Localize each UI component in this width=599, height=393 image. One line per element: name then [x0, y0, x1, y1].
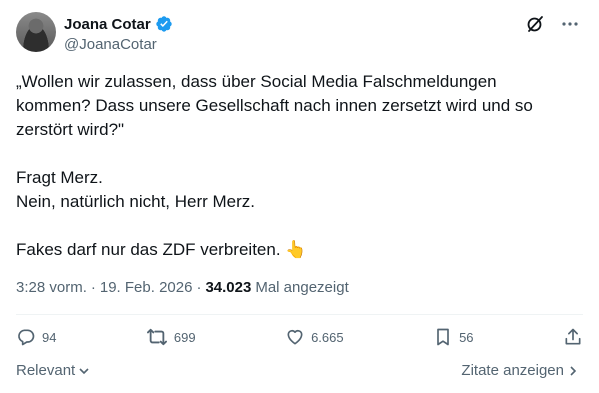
bookmark-count: 56	[459, 329, 474, 345]
author-handle[interactable]: @JoanaCotar	[64, 36, 157, 53]
share-button[interactable]	[563, 327, 583, 347]
author-name[interactable]: Joana Cotar	[64, 16, 151, 33]
repost-icon	[146, 328, 167, 346]
meta-separator: ·	[196, 279, 202, 296]
pointing-up-emoji: 👆	[285, 240, 307, 259]
repost-button[interactable]: 699	[146, 327, 196, 347]
reply-icon	[18, 329, 35, 346]
sort-dropdown[interactable]: Relevant	[16, 362, 90, 379]
tweet-meta: 3:28 vorm. · 19. Feb. 2026 · 34.023 Mal …	[16, 279, 349, 296]
tweet-date[interactable]: 19. Feb. 2026	[100, 279, 193, 296]
avatar[interactable]	[16, 12, 56, 52]
bookmark-icon	[437, 328, 449, 346]
tweet-line-break	[16, 142, 586, 166]
tweet-line-last: Fakes darf nur das ZDF verbreiten. 👆	[16, 238, 586, 262]
author-name-row[interactable]: Joana Cotar	[64, 15, 173, 33]
divider	[16, 314, 583, 315]
meta-separator: ·	[90, 279, 96, 296]
tweet-time[interactable]: 3:28 vorm.	[16, 279, 87, 296]
chevron-down-icon	[79, 367, 89, 374]
view-quotes-link[interactable]: Zitate anzeigen	[461, 362, 579, 379]
like-count: 6.665	[311, 329, 344, 345]
tweet-line: Fakes darf nur das ZDF verbreiten.	[16, 240, 281, 259]
grok-icon[interactable]	[525, 14, 545, 34]
top-actions	[525, 14, 579, 34]
tweet-line: Fragt Merz.	[16, 168, 103, 187]
tweet-line: „Wollen wir zulassen, dass über Social M…	[16, 72, 497, 91]
reply-count: 94	[42, 329, 57, 345]
tweet-line: zerstört wird?"	[16, 120, 125, 139]
chevron-right-icon	[570, 365, 577, 376]
bookmark-button[interactable]: 56	[433, 327, 474, 347]
action-bar: 94 699 6.665 56	[16, 327, 583, 347]
tweet-line: kommen? Dass unsere Gesellschaft nach in…	[16, 96, 533, 115]
more-icon[interactable]	[561, 15, 579, 33]
share-icon	[565, 328, 581, 345]
heart-icon	[287, 329, 303, 345]
tweet-card: Joana Cotar @JoanaCotar „Wollen wir zula…	[0, 0, 599, 393]
quotes-label: Zitate anzeigen	[461, 362, 564, 379]
verified-badge-icon	[156, 16, 172, 32]
like-button[interactable]: 6.665	[285, 327, 344, 347]
tweet-text: „Wollen wir zulassen, dass über Social M…	[16, 70, 586, 262]
tweet-line-break	[16, 214, 586, 238]
replies-footer: Relevant Zitate anzeigen	[16, 362, 579, 379]
tweet-line: Nein, natürlich nicht, Herr Merz.	[16, 192, 256, 211]
reply-button[interactable]: 94	[16, 327, 56, 347]
sort-label: Relevant	[16, 362, 76, 379]
views-count: 34.023	[205, 279, 252, 296]
repost-count: 699	[173, 329, 196, 345]
views-label: Mal angezeigt	[255, 279, 349, 296]
